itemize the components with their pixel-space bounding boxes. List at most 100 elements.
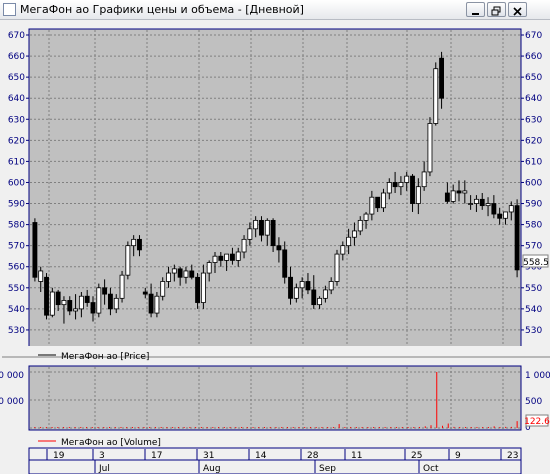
y-tick-label: 630 (8, 115, 25, 125)
y-tick-label: 600 (8, 178, 25, 188)
title-bar[interactable]: МегаФон ао Графики цены и объема - [Днев… (0, 0, 550, 20)
close-button[interactable] (508, 2, 527, 17)
candle-body (270, 219, 276, 247)
candle-body (44, 276, 49, 316)
candle-body (468, 203, 474, 205)
x-month-label: Sep (319, 464, 336, 474)
x-day-label: 31 (203, 451, 214, 461)
y-tick-label: 640 (8, 94, 25, 104)
chart-area[interactable]: 5205305405505605705805906006106206306406… (0, 20, 550, 474)
candle-body (212, 255, 218, 263)
y-tick-label: 650 (8, 73, 25, 83)
x-day-label: 25 (411, 451, 422, 461)
candle-body (189, 270, 195, 278)
candle-body (102, 287, 108, 295)
candle-body (305, 281, 311, 291)
candle-body (381, 192, 386, 209)
candle-body (235, 251, 241, 261)
candle-body (404, 175, 410, 183)
candle-body (247, 228, 253, 240)
y-tick-label: 580 (525, 221, 542, 231)
candle-body (363, 213, 369, 221)
minimize-button[interactable] (466, 2, 485, 17)
candle-body (148, 293, 154, 314)
candle-body (503, 211, 508, 219)
candle-body (398, 182, 404, 188)
x-month-label: Aug (203, 464, 221, 474)
candle-body (177, 268, 183, 278)
y-tick-label: 610 (8, 157, 25, 167)
volume-left-tick: 10 000 (0, 371, 24, 381)
candle-body (439, 57, 445, 99)
candle-body (462, 190, 468, 194)
y-tick-label: 620 (8, 136, 25, 146)
candle-body (351, 230, 357, 238)
y-tick-label: 530 (8, 326, 25, 336)
candle-body (125, 245, 131, 276)
candle-body (49, 291, 55, 316)
candle-body (171, 268, 177, 274)
price-candle (334, 249, 340, 286)
candle-body (137, 238, 142, 251)
y-tick-label: 560 (8, 263, 25, 273)
candle-body (241, 238, 247, 253)
application-window: МегаФон ао Графики цены и объема - [Днев… (0, 0, 550, 474)
x-day-label: 17 (151, 451, 162, 461)
candle-body (195, 276, 201, 303)
x-day-label: 11 (351, 451, 362, 461)
candle-body (514, 205, 520, 271)
candle-body (340, 245, 346, 255)
volume-legend: МегаФон ао [Volume] (61, 438, 161, 448)
candle-body (90, 302, 96, 314)
candle-body (107, 293, 113, 310)
candle-body (154, 295, 160, 314)
restore-button[interactable] (487, 2, 506, 17)
y-tick-label: 590 (8, 200, 25, 210)
y-tick-label: 670 (8, 31, 25, 41)
candle-body (334, 253, 340, 282)
candle-body (78, 295, 84, 310)
candle-body (288, 276, 293, 299)
candle-body (473, 198, 479, 204)
candle-body (410, 175, 415, 204)
candle-body (485, 203, 491, 207)
x-month-label: Oct (423, 464, 439, 474)
y-tick-label: 580 (8, 221, 25, 231)
candle-body (415, 186, 421, 204)
y-tick-label: 550 (525, 284, 542, 294)
candle-body (491, 203, 497, 215)
candle-body (142, 291, 148, 295)
candle-body (96, 287, 102, 314)
volume-plot-area[interactable] (28, 365, 522, 431)
x-day-label: 9 (455, 451, 461, 461)
candle-body (131, 238, 137, 247)
candle-body (206, 262, 212, 274)
close-icon (513, 7, 522, 16)
y-tick-label: 600 (525, 178, 542, 188)
candle-body (55, 291, 61, 306)
y-tick-label: 660 (8, 52, 25, 62)
candle-body (67, 300, 73, 312)
price-candle (514, 199, 520, 278)
candle-body (497, 213, 503, 219)
candle-body (160, 281, 166, 297)
y-tick-label: 660 (525, 52, 542, 62)
candle-body (311, 289, 317, 306)
candle-body (253, 219, 259, 230)
y-tick-label: 640 (525, 94, 542, 104)
candle-body (508, 205, 514, 213)
candle-body (61, 300, 67, 306)
y-tick-label: 530 (525, 326, 542, 336)
candle-body (444, 192, 450, 202)
price-candle (49, 287, 55, 318)
candle-body (346, 236, 352, 247)
price-candle (427, 117, 433, 177)
candle-body (456, 190, 462, 194)
volume-right-tick: 500 (525, 397, 542, 407)
y-tick-label: 630 (525, 115, 542, 125)
x-day-label: 3 (99, 451, 105, 461)
price-candle (96, 283, 102, 318)
app-icon (3, 3, 16, 16)
price-candle (125, 241, 131, 280)
candle-body (276, 245, 282, 251)
